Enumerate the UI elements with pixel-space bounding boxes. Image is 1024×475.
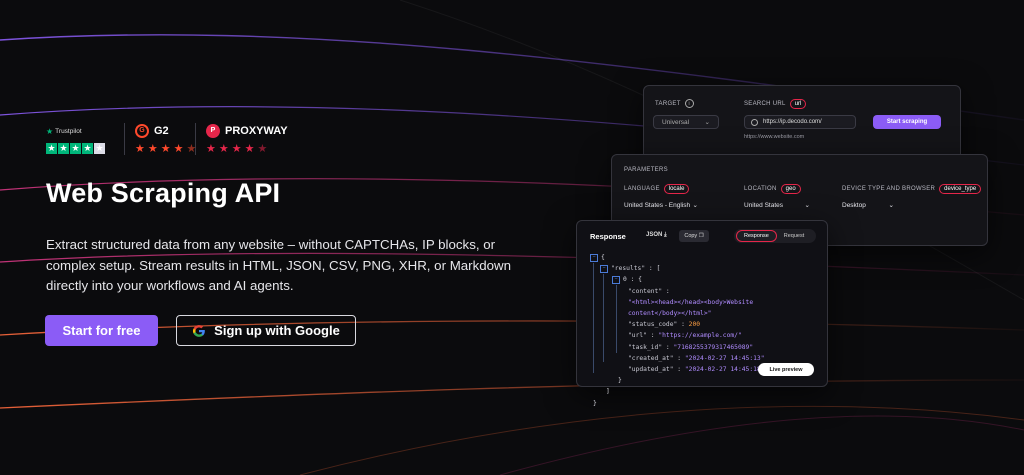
target-select[interactable]: Universal ⌄: [653, 115, 719, 129]
chevron-down-icon: ⌄: [704, 119, 710, 126]
star-icon: ★: [231, 142, 242, 155]
star-icon: ★: [70, 142, 81, 154]
trustpilot-badge: ★ Trustpilot ★ ★ ★ ★ ★: [46, 122, 124, 156]
json-format-label: JSON: [646, 232, 663, 238]
device-label: DEVICE TYPE AND BROWSER: [842, 186, 936, 192]
g2-badge: G G2 ★ ★ ★ ★ ★: [125, 122, 197, 156]
proxyway-label: PROXYWAY: [225, 124, 288, 137]
collapse-icon[interactable]: −: [612, 276, 620, 284]
trustpilot-rating: ★ ★ ★ ★ ★: [46, 142, 124, 154]
copy-icon: ❐: [698, 233, 704, 239]
collapse-icon[interactable]: −: [600, 264, 608, 273]
language-label-row: LANGUAGE locale: [624, 184, 690, 194]
proxyway-badge: P PROXYWAY ★ ★ ★ ★ ★: [196, 122, 288, 156]
response-tabs: Response Request: [734, 229, 816, 243]
url-tag: url: [789, 99, 807, 109]
proxyway-rating: ★ ★ ★ ★ ★: [206, 142, 288, 155]
locale-tag: locale: [663, 184, 690, 194]
target-label: TARGET: [655, 100, 681, 107]
chevron-down-icon: ⌄: [888, 202, 894, 209]
chevron-down-icon: ⌄: [804, 202, 810, 209]
live-preview-button[interactable]: Live preview: [758, 363, 814, 376]
code-line: −{: [590, 252, 816, 263]
code-line: content</body></html>": [628, 310, 712, 318]
star-icon: ★: [46, 142, 57, 154]
trustpilot-star-icon: ★: [46, 127, 54, 136]
device-select[interactable]: Desktop ⌄: [842, 201, 894, 210]
code-line: }: [618, 377, 622, 385]
star-icon: ★: [173, 142, 184, 155]
search-url-label: SEARCH URL: [744, 101, 786, 107]
response-title: Response: [590, 232, 626, 241]
device-label-row: DEVICE TYPE AND BROWSER device_type: [842, 184, 982, 194]
star-empty-icon: ★: [94, 142, 105, 154]
code-line: − "results" : [: [590, 263, 816, 274]
star-icon: ★: [58, 142, 69, 154]
g2-rating: ★ ★ ★ ★ ★: [135, 142, 197, 155]
language-label: LANGUAGE: [624, 186, 660, 192]
location-select[interactable]: United States ⌄: [744, 201, 810, 210]
star-icon: ★: [135, 142, 145, 155]
start-for-free-button[interactable]: Start for free: [45, 315, 158, 346]
info-icon: i: [684, 99, 694, 108]
star-icon: ★: [218, 142, 229, 155]
code-line: "content" :: [628, 287, 670, 295]
start-scraping-button[interactable]: Start scraping: [873, 115, 941, 129]
star-icon: ★: [82, 142, 93, 154]
target-label-row: TARGET i: [655, 99, 694, 108]
location-label: LOCATION: [744, 186, 777, 192]
proxyway-logo-icon: P: [206, 123, 220, 138]
search-url-label-row: SEARCH URL url: [744, 99, 807, 109]
code-line: "url" : "https://example.com/": [628, 332, 742, 340]
collapse-icon[interactable]: −: [590, 253, 598, 262]
code-line: "task_id" : "7168255379317465089": [628, 343, 754, 351]
star-half-icon: ★: [186, 142, 197, 155]
device-type-tag: device_type: [939, 184, 982, 194]
google-icon: [193, 324, 206, 337]
copy-button[interactable]: Copy ❐: [679, 230, 709, 242]
json-viewer: −{ − "results" : [ −0 : { "content" : "<h…: [590, 252, 816, 409]
code-line: "status_code" : 200: [628, 321, 701, 329]
search-url-value: https://ip.decodo.com/: [763, 119, 822, 125]
star-half-icon: ★: [257, 142, 268, 155]
code-line: ]: [606, 388, 610, 396]
chevron-down-icon: ⌄: [692, 202, 698, 209]
url-hint: https://www.website.com: [744, 134, 805, 140]
download-icon: ⤓: [664, 232, 667, 238]
code-line: }: [593, 399, 597, 407]
trustpilot-label: Trustpilot: [55, 128, 82, 135]
star-icon: ★: [206, 142, 216, 155]
language-value: United States - English: [624, 201, 691, 209]
code-line: "<html><head></head><body>Website: [628, 298, 754, 306]
search-url-input[interactable]: https://ip.decodo.com/: [744, 115, 856, 129]
tab-response[interactable]: Response: [736, 230, 777, 242]
location-value: United States: [744, 201, 784, 209]
sign-up-google-button[interactable]: Sign up with Google: [176, 315, 356, 346]
star-icon: ★: [160, 142, 171, 155]
json-format[interactable]: JSON ⤓: [646, 232, 667, 239]
globe-icon: [751, 118, 758, 126]
copy-label: Copy: [684, 233, 698, 239]
target-select-value: Universal: [662, 118, 690, 126]
hero-description: Extract structured data from any website…: [46, 237, 512, 293]
sign-up-google-label: Sign up with Google: [214, 323, 340, 338]
g2-label: G2: [154, 124, 169, 137]
language-select[interactable]: United States - English ⌄: [624, 201, 698, 210]
star-icon: ★: [244, 142, 255, 155]
review-badges: ★ Trustpilot ★ ★ ★ ★ ★ G G2 ★ ★ ★ ★ ★ P PROXYWA…: [46, 122, 288, 156]
star-icon: ★: [147, 142, 158, 155]
tab-request[interactable]: Request: [777, 231, 812, 241]
device-value: Desktop: [842, 201, 866, 209]
code-line: −0 : {: [590, 274, 816, 285]
page-title: Web Scraping API: [46, 178, 281, 208]
geo-tag: geo: [780, 184, 801, 194]
g2-logo-icon: G: [135, 123, 149, 138]
parameters-title: PARAMETERS: [624, 167, 668, 173]
location-label-row: LOCATION geo: [744, 184, 801, 194]
